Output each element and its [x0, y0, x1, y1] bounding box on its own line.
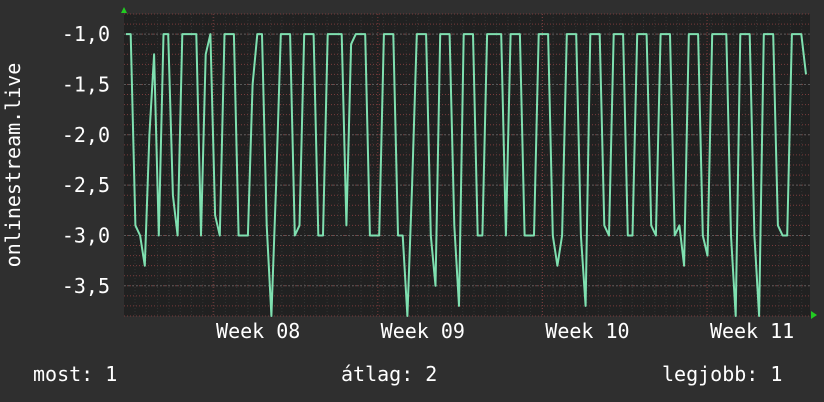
y-tick-label: -1,0 — [62, 22, 110, 46]
y-tick-label: -3,0 — [62, 223, 110, 247]
y-axis-label: onlinestream.live — [1, 63, 25, 268]
x-tick-label: Week 10 — [545, 319, 629, 343]
x-tick-labels: Week 08 Week 09 Week 10 Week 11 — [216, 319, 794, 343]
current-value-label: most: 1 — [33, 362, 118, 386]
y-tick-label: -2,5 — [62, 173, 110, 197]
best-value-label: legjobb: 1 — [662, 362, 783, 386]
y-tick-label: -3,5 — [62, 274, 110, 298]
y-tick-label: -2,0 — [62, 123, 110, 147]
y-tick-labels: -1,0 -1,5 -2,0 -2,5 -3,0 -3,5 — [62, 22, 110, 298]
x-tick-label: Week 09 — [381, 319, 465, 343]
y-axis-arrow — [121, 7, 127, 13]
x-tick-label: Week 08 — [216, 319, 300, 343]
average-value-label: átlag: 2 — [341, 362, 438, 386]
y-tick-label: -1,5 — [62, 72, 110, 96]
line-chart: -1,0-1,5-2,0-2,5-3,0-3,5 Week 08 Week 09 W… — [1, 7, 817, 343]
x-tick-label: Week 11 — [710, 319, 794, 343]
x-axis-arrow — [811, 311, 817, 319]
